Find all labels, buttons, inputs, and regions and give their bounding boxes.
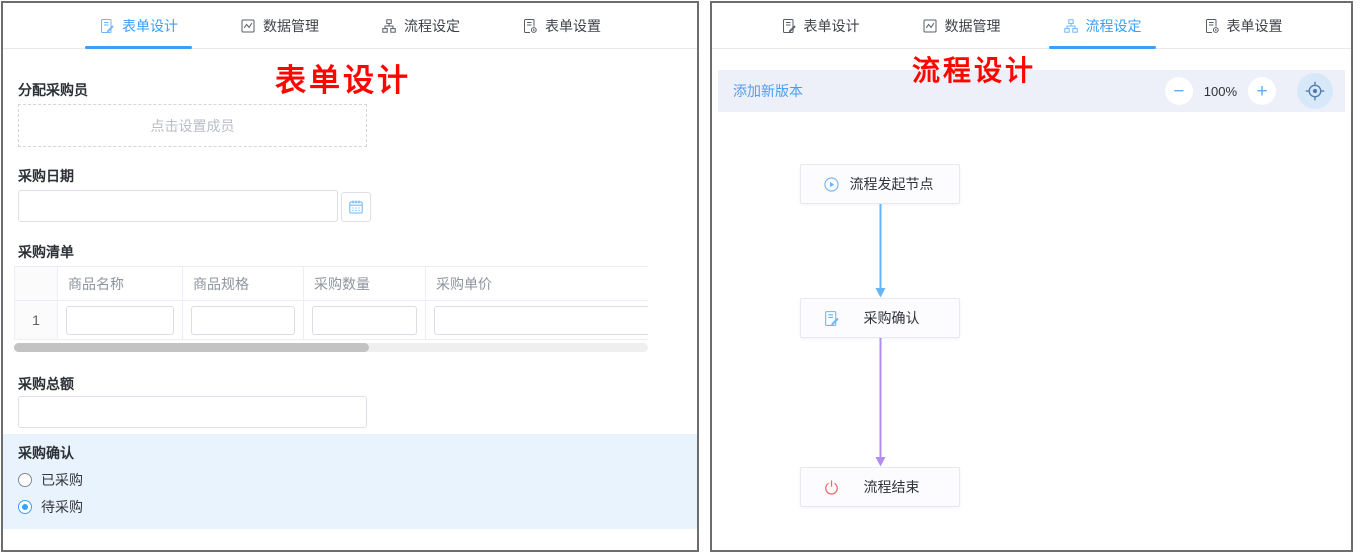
flow-node-label: 采购确认: [840, 308, 959, 328]
tab-bar: 表单设计 数据管理 流程设定 表单设置: [3, 3, 697, 49]
tab-form-settings[interactable]: 表单设置: [508, 3, 615, 48]
purchase-date-input[interactable]: [18, 190, 338, 222]
workflow-icon: [381, 18, 397, 34]
tab-label: 数据管理: [945, 16, 1001, 36]
data-management-icon: [922, 18, 938, 34]
form-design-icon: [99, 18, 115, 34]
form-settings-icon: [1204, 18, 1220, 34]
tab-data-management[interactable]: 数据管理: [908, 3, 1015, 48]
tab-form-settings[interactable]: 表单设置: [1190, 3, 1297, 48]
date-picker-button[interactable]: [341, 192, 371, 222]
form-edit-icon: [823, 310, 840, 327]
radio-unchecked-icon: [18, 473, 32, 487]
assign-purchaser-label: 分配采购员: [18, 80, 88, 100]
add-new-version-link[interactable]: 添加新版本: [733, 81, 803, 101]
purchase-date-label: 采购日期: [18, 166, 74, 186]
tab-form-design[interactable]: 表单设计: [767, 3, 874, 48]
table-row: 1: [15, 301, 649, 340]
connector-arrow-blue: [874, 204, 887, 298]
process-design-panel: 表单设计 数据管理 流程设定 表单设置 流程设计 添加新版本 − 100% + …: [710, 1, 1353, 552]
flow-node-label: 流程结束: [840, 477, 959, 497]
play-icon: [823, 176, 840, 193]
radio-pending-purchase[interactable]: 待采购: [18, 497, 83, 517]
form-design-icon: [781, 18, 797, 34]
tab-label: 表单设计: [804, 16, 860, 36]
purchase-list-label: 采购清单: [18, 242, 74, 262]
set-members-box[interactable]: 点击设置成员: [18, 104, 367, 147]
table-header-row: 商品名称 商品规格 采购数量 采购单价: [15, 267, 649, 301]
column-header-product-spec: 商品规格: [183, 267, 304, 301]
tab-workflow[interactable]: 流程设定: [1049, 3, 1156, 48]
purchase-total-label: 采购总额: [18, 374, 74, 394]
form-design-panel: 表单设计 数据管理 流程设定 表单设置 表单设计 分配采购员 点击设置成员 采购…: [1, 1, 699, 552]
calendar-icon: [348, 199, 364, 215]
connector-arrow-purple: [874, 338, 887, 467]
purchase-confirm-label: 采购确认: [18, 443, 74, 463]
power-icon: [823, 479, 840, 496]
data-management-icon: [240, 18, 256, 34]
purchase-total-input[interactable]: [18, 396, 367, 428]
locate-button[interactable]: [1297, 73, 1333, 109]
radio-checked-icon: [18, 500, 32, 514]
zoom-controls: − 100% +: [1165, 73, 1333, 109]
purchase-confirm-section: 采购确认 已采购 待采购: [3, 434, 697, 529]
zoom-in-button[interactable]: +: [1248, 77, 1276, 105]
column-header-quantity: 采购数量: [304, 267, 426, 301]
tab-label: 数据管理: [263, 16, 319, 36]
tab-label: 表单设置: [545, 16, 601, 36]
row-index: 1: [15, 301, 58, 340]
red-annotation-form-design: 表单设计: [275, 55, 411, 100]
horizontal-scrollbar[interactable]: [14, 343, 648, 352]
radio-label: 已采购: [41, 470, 83, 490]
tab-form-design[interactable]: 表单设计: [85, 3, 192, 48]
locate-icon: [1305, 81, 1325, 101]
radio-label: 待采购: [41, 497, 83, 517]
tab-workflow[interactable]: 流程设定: [367, 3, 474, 48]
tab-data-management[interactable]: 数据管理: [226, 3, 333, 48]
zoom-level-label: 100%: [1204, 84, 1237, 99]
scrollbar-thumb[interactable]: [14, 343, 369, 352]
unit-price-input[interactable]: [434, 306, 648, 335]
flow-node-label: 流程发起节点: [840, 174, 959, 194]
product-spec-input[interactable]: [191, 306, 295, 335]
radio-purchased[interactable]: 已采购: [18, 470, 83, 490]
tab-label: 流程设定: [1086, 16, 1142, 36]
flow-node-end[interactable]: 流程结束: [800, 467, 960, 507]
flow-node-purchase-confirm[interactable]: 采购确认: [800, 298, 960, 338]
column-header-unit-price: 采购单价: [426, 267, 649, 301]
tab-label: 表单设计: [122, 16, 178, 36]
zoom-out-button[interactable]: −: [1165, 77, 1193, 105]
tab-label: 表单设置: [1227, 16, 1283, 36]
red-annotation-process-design: 流程设计: [912, 49, 1036, 89]
workflow-icon: [1063, 18, 1079, 34]
flow-node-start[interactable]: 流程发起节点: [800, 164, 960, 204]
quantity-input[interactable]: [312, 306, 417, 335]
form-settings-icon: [522, 18, 538, 34]
purchase-list-table: 商品名称 商品规格 采购数量 采购单价 1: [14, 266, 648, 343]
product-name-input[interactable]: [66, 306, 174, 335]
tab-bar: 表单设计 数据管理 流程设定 表单设置: [712, 3, 1351, 49]
tab-label: 流程设定: [404, 16, 460, 36]
column-header-index: [15, 267, 58, 301]
set-members-placeholder: 点击设置成员: [151, 116, 235, 136]
column-header-product-name: 商品名称: [58, 267, 183, 301]
